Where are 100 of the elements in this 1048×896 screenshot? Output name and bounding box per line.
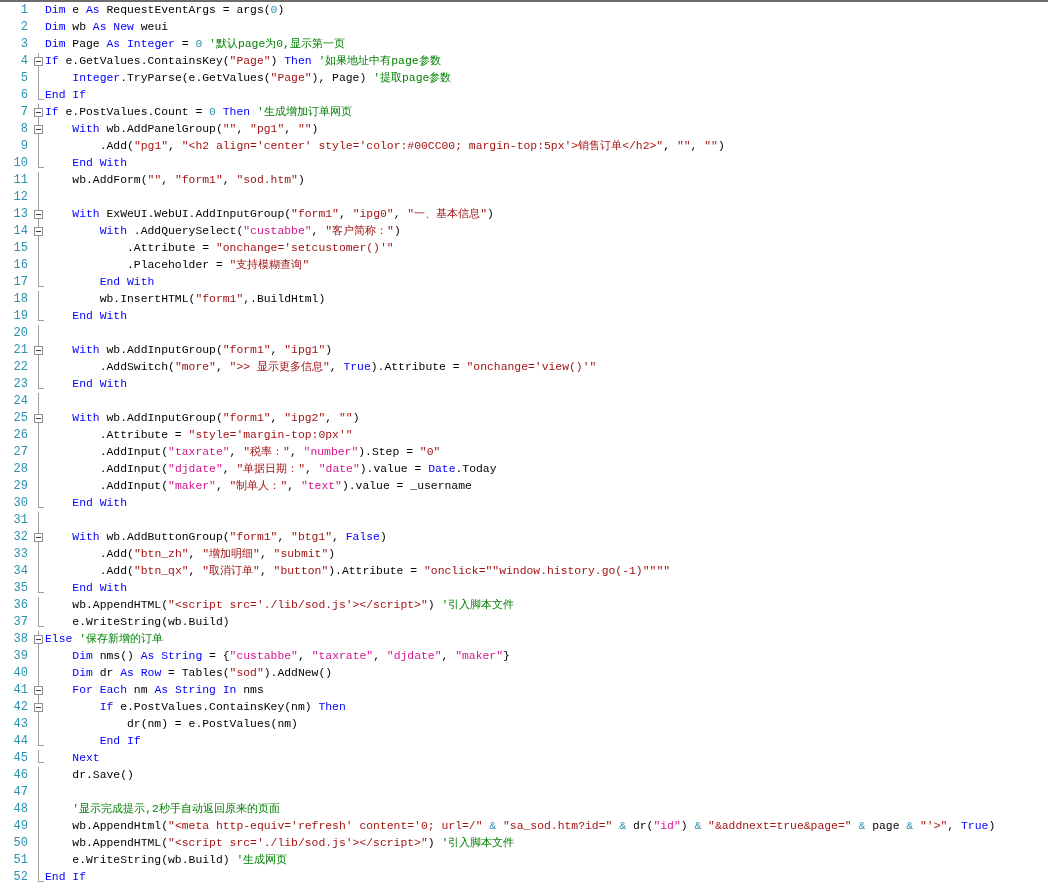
code-line: .Attribute = "onchange='setcustomer()'" [126, 241, 394, 256]
fold-toggle-icon[interactable] [33, 125, 43, 134]
code-line: End With [71, 377, 128, 392]
line-number: 21 [12, 342, 29, 359]
line-number: 6 [19, 87, 29, 104]
code-line: .Placeholder = "支持模糊查询" [126, 258, 310, 273]
code-line: End If [44, 870, 86, 885]
code-line: End If [44, 88, 86, 103]
code-line: End With [71, 156, 128, 171]
code-line: End With [71, 581, 128, 596]
line-number: 4 [19, 53, 29, 70]
code-line: dr.Save() [71, 768, 134, 783]
code-line: End With [71, 496, 128, 511]
fold-toggle-icon[interactable] [33, 414, 43, 423]
code-line: e.WriteString(wb.Build) '生成网页 [71, 853, 288, 868]
line-number: 28 [12, 461, 29, 478]
fold-toggle-icon[interactable] [33, 346, 43, 355]
code-line: '显示完成提示,2秒手自动返回原来的页面 [71, 801, 280, 817]
line-number: 50 [12, 835, 29, 852]
code-line: .Add("pg1", "<h2 align='center' style='color:#00CC00; margin-top:5px'>销售订单</h2>", "", "") [98, 139, 725, 154]
code-line: For Each nm As String In nms [71, 683, 264, 698]
line-number: 18 [12, 291, 29, 308]
line-number: 36 [12, 597, 29, 614]
fold-toggle-icon[interactable] [33, 686, 43, 695]
line-number: 29 [12, 478, 29, 495]
line-number: 17 [12, 274, 29, 291]
code-line: .Add("btn_zh", "增加明细", "submit") [98, 547, 336, 562]
code-line: If e.GetValues.ContainsKey("Page") Then '如果地址中有page参数 [44, 54, 441, 69]
line-number: 42 [12, 699, 29, 716]
code-line: .AddInput("djdate", "单据日期：", "date").value = Date.Today [98, 462, 497, 477]
line-number: 48 [12, 801, 29, 818]
line-number: 15 [12, 240, 29, 257]
fold-toggle-icon[interactable] [33, 57, 43, 66]
code-line: End If [98, 734, 141, 749]
code-line: With wb.AddInputGroup("form1", "ipg2", "") [71, 411, 360, 426]
line-number: 45 [12, 750, 29, 767]
code-line: wb.AppendHTML("<script src='./lib/sod.js'></script>") '引入脚本文件 [71, 836, 515, 851]
code-line: wb.InsertHTML("form1",.BuildHtml) [98, 292, 326, 307]
code-line: wb.AddForm("", "form1", "sod.htm") [71, 173, 305, 188]
line-number: 41 [12, 682, 29, 699]
line-number: 1 [19, 2, 29, 19]
line-number: 2 [19, 19, 29, 36]
code-line: End With [98, 275, 155, 290]
line-number: 16 [12, 257, 29, 274]
fold-toggle-icon[interactable] [33, 635, 43, 644]
line-number: 47 [12, 784, 29, 801]
line-number: 38 [12, 631, 29, 648]
code-line: With wb.AddButtonGroup("form1", "btg1", False) [71, 530, 387, 545]
line-number: 9 [19, 138, 29, 155]
line-number: 22 [12, 359, 29, 376]
line-number: 23 [12, 376, 29, 393]
fold-toggle-icon[interactable] [33, 210, 43, 219]
code-line: Dim e As RequestEventArgs = args(0) [44, 3, 285, 18]
line-number: 26 [12, 427, 29, 444]
code-line: Dim wb As New weui [44, 20, 169, 35]
line-number: 44 [12, 733, 29, 750]
line-number: 13 [12, 206, 29, 223]
line-number: 20 [12, 325, 29, 342]
code-line: If e.PostValues.Count = 0 Then '生成增加订单网页 [44, 105, 352, 120]
line-number: 3 [19, 36, 29, 53]
code-line: With wb.AddInputGroup("form1", "ipg1") [71, 343, 333, 358]
line-number: 35 [12, 580, 29, 597]
code-line: .Add("btn_qx", "取消订单", "button").Attribute = "onclick=""window.history.go(-1)"""" [98, 564, 671, 579]
code-line: With .AddQuerySelect("custabbe", "客户简称：") [98, 224, 401, 239]
fold-toggle-icon[interactable] [33, 703, 43, 712]
line-number: 11 [12, 172, 29, 189]
code-line: .AddSwitch("more", ">> 显示更多信息", True).Attribute = "onchange='view()'" [98, 360, 597, 375]
fold-toggle-icon[interactable] [33, 227, 43, 236]
line-number: 32 [12, 529, 29, 546]
code-line: Next [71, 751, 100, 766]
code-line: If e.PostValues.ContainsKey(nm) Then [98, 700, 346, 715]
line-number: 34 [12, 563, 29, 580]
code-line: End With [71, 309, 128, 324]
line-number: 43 [12, 716, 29, 733]
line-number: 52 [12, 869, 29, 886]
code-line: Dim nms() As String = {"custabbe", "taxrate", "djdate", "maker"} [71, 649, 510, 664]
line-number: 39 [12, 648, 29, 665]
code-line: wb.AppendHTML("<script src='./lib/sod.js'></script>") '引入脚本文件 [71, 598, 515, 613]
line-number: 51 [12, 852, 29, 869]
line-number: 8 [19, 121, 29, 138]
line-number: 46 [12, 767, 29, 784]
code-line: Integer.TryParse(e.GetValues("Page"), Page) '提取page参数 [71, 71, 452, 86]
line-number: 40 [12, 665, 29, 682]
line-number: 25 [12, 410, 29, 427]
line-number: 12 [12, 189, 29, 206]
line-number: 31 [12, 512, 29, 529]
line-number: 14 [12, 223, 29, 240]
code-line: wb.AppendHtml("<meta http-equiv='refresh' content='0; url=/" & "sa_sod.htm?id=" & dr("id") & "&addnext=true&page=" & page & "'>", True) [71, 819, 996, 834]
line-number: 5 [19, 70, 29, 87]
line-number: 33 [12, 546, 29, 563]
line-number: 27 [12, 444, 29, 461]
fold-toggle-icon[interactable] [33, 108, 43, 117]
code-line: With ExWeUI.WebUI.AddInputGroup("form1", "ipg0", "一、基本信息") [71, 207, 494, 222]
fold-toggle-icon[interactable] [33, 533, 43, 542]
line-number: 30 [12, 495, 29, 512]
line-number: 24 [12, 393, 29, 410]
code-line: .Attribute = "style='margin-top:0px'" [98, 428, 353, 443]
code-line: dr(nm) = e.PostValues(nm) [126, 717, 298, 732]
code-line: Dim dr As Row = Tables("sod").AddNew() [71, 666, 333, 681]
code-line: Else '保存新增的订单 [44, 632, 163, 647]
